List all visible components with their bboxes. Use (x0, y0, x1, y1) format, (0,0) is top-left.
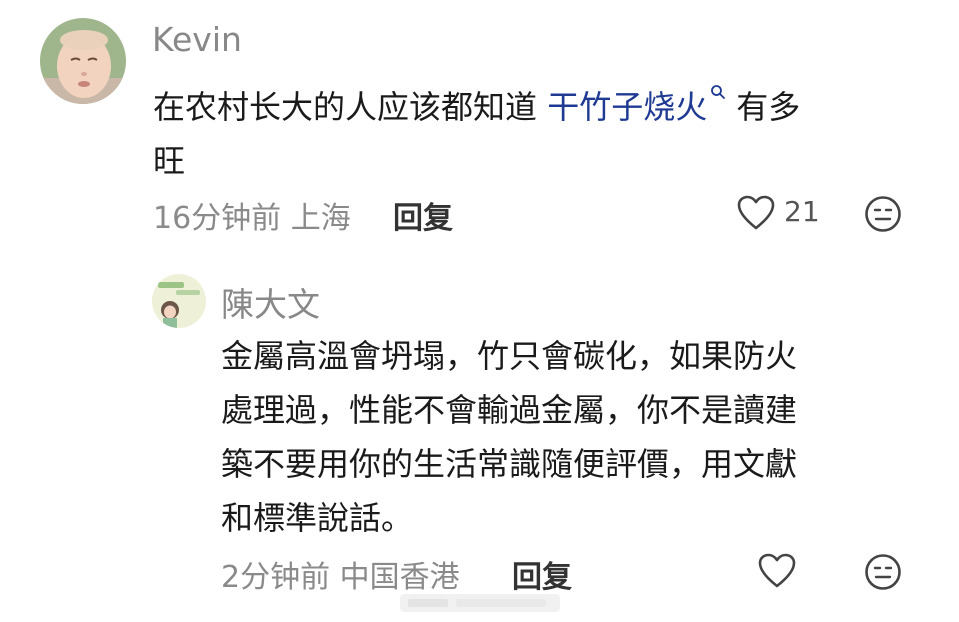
reply-button[interactable]: 回复 (393, 193, 453, 237)
avatar-image (152, 274, 206, 328)
comment-author[interactable]: 陳大文 (221, 278, 320, 326)
comment-line: 在农村长大的人应该都知道 干竹子烧火 有多 (153, 80, 913, 134)
topic-link[interactable]: 干竹子烧火 (547, 88, 707, 126)
avatar-kevin[interactable] (40, 18, 126, 104)
comment-body: 金屬高溫會坍塌，竹只會碳化，如果防火 處理過，性能不會輸過金屬，你不是讀建 築不… (221, 329, 921, 545)
heart-outline-icon[interactable] (758, 553, 796, 589)
neutral-face-icon[interactable] (864, 553, 902, 591)
comment-text-before: 在农村长大的人应该都知道 (153, 88, 548, 126)
comment-time: 2分钟前 (221, 560, 331, 595)
like-count: 21 (784, 195, 820, 228)
comment-line: 和標準說話。 (221, 499, 414, 537)
comment-line: 旺 (153, 142, 186, 180)
comment-meta: 16分钟前 上海 (153, 193, 351, 237)
avatar-reply-author[interactable] (152, 274, 206, 328)
comment-line: 築不要用你的生活常識隨便評價，用文獻 (221, 445, 798, 483)
comment-location: 上海 (290, 201, 351, 236)
comment-line: 處理過，性能不會輸過金屬，你不是讀建 (221, 391, 798, 429)
neutral-face-icon[interactable] (864, 195, 902, 233)
heart-outline-icon[interactable] (737, 195, 775, 231)
comment-body: 在农村长大的人应该都知道 干竹子烧火 有多 旺 (153, 80, 913, 188)
comment-time: 16分钟前 (153, 201, 282, 236)
search-icon[interactable] (710, 84, 726, 100)
comment-line: 金屬高溫會坍塌，竹只會碳化，如果防火 (221, 337, 798, 375)
watermark (400, 590, 560, 616)
avatar-image (40, 18, 126, 104)
comment-text-after: 有多 (736, 88, 801, 126)
comment-author[interactable]: Kevin (152, 20, 242, 59)
